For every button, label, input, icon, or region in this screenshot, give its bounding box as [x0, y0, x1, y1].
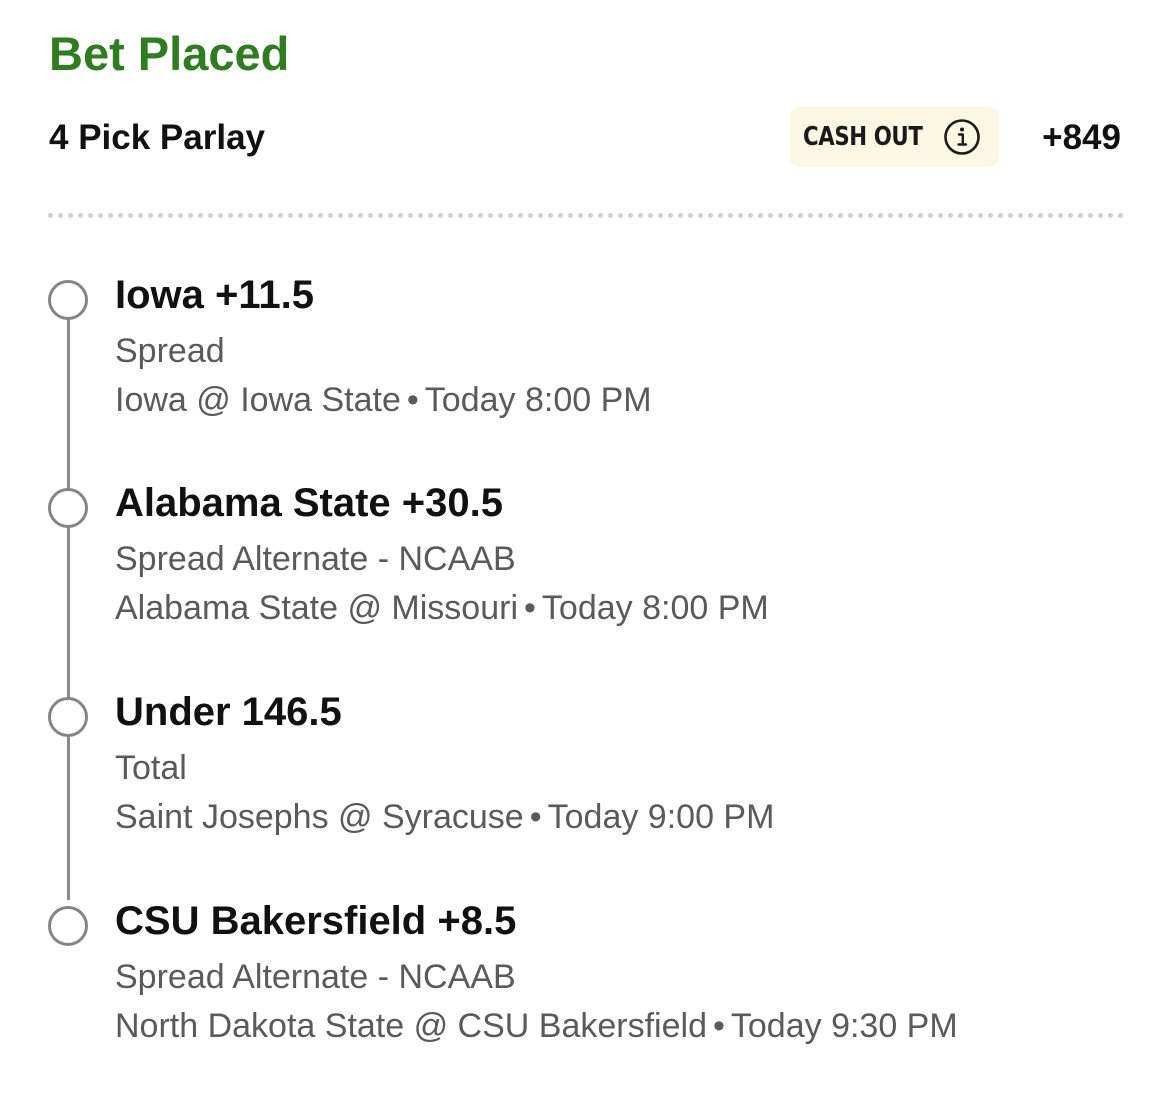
leg-selection: Under 146.5 [115, 690, 342, 734]
separator-dot: • [406, 381, 419, 419]
parlay-odds: +849 [1042, 118, 1121, 157]
leg-event-info: Iowa @ Iowa State • Today 8:00 PM [115, 379, 652, 421]
leg-event-info: North Dakota State @ CSU Bakersfield • Tod… [115, 1005, 958, 1047]
leg-start-time: Today 8:00 PM [424, 381, 652, 419]
separator-dot: • [712, 1007, 725, 1045]
parlay-leg[interactable]: CSU Bakersfield +8.5 Spread Alternate - … [0, 896, 1170, 1076]
leg-event-info: Saint Josephs @ Syracuse • Today 9:00 PM [115, 796, 774, 838]
leg-matchup: Saint Josephs @ Syracuse [115, 798, 524, 836]
parlay-leg[interactable]: Iowa +11.5 Spread Iowa @ Iowa State • Toda… [0, 270, 1170, 450]
leg-matchup: Alabama State @ Missouri [115, 589, 519, 627]
leg-matchup: North Dakota State @ CSU Bakersfield [115, 1007, 707, 1045]
section-divider [48, 213, 1124, 218]
info-icon[interactable] [943, 118, 981, 156]
leg-matchup: Iowa @ Iowa State [115, 381, 401, 419]
cash-out-label: CASH OUT [803, 122, 923, 152]
leg-start-time: Today 9:00 PM [547, 798, 775, 836]
leg-status-circle-icon [48, 488, 88, 528]
leg-event-info: Alabama State @ Missouri • Today 8:00 PM [115, 587, 769, 629]
leg-market: Spread Alternate - NCAAB [115, 540, 516, 578]
leg-status-circle-icon [48, 906, 88, 946]
leg-selection: CSU Bakersfield +8.5 [115, 899, 517, 943]
cash-out-button[interactable]: CASH OUT [790, 107, 999, 167]
parlay-leg[interactable]: Under 146.5 Total Saint Josephs @ Syracu… [0, 687, 1170, 867]
leg-status-circle-icon [48, 697, 88, 737]
parlay-leg[interactable]: Alabama State +30.5 Spread Alternate - N… [0, 478, 1170, 658]
separator-dot: • [529, 798, 542, 836]
leg-status-circle-icon [48, 280, 88, 320]
leg-market: Total [115, 749, 187, 787]
bet-status-title: Bet Placed [49, 27, 290, 80]
leg-selection: Iowa +11.5 [115, 273, 315, 317]
leg-selection: Alabama State +30.5 [115, 481, 503, 525]
bet-type-label: 4 Pick Parlay [49, 118, 265, 157]
leg-start-time: Today 9:30 PM [730, 1007, 958, 1045]
leg-market: Spread Alternate - NCAAB [115, 958, 516, 996]
leg-start-time: Today 8:00 PM [541, 589, 769, 627]
leg-market: Spread [115, 332, 225, 370]
separator-dot: • [524, 589, 536, 627]
